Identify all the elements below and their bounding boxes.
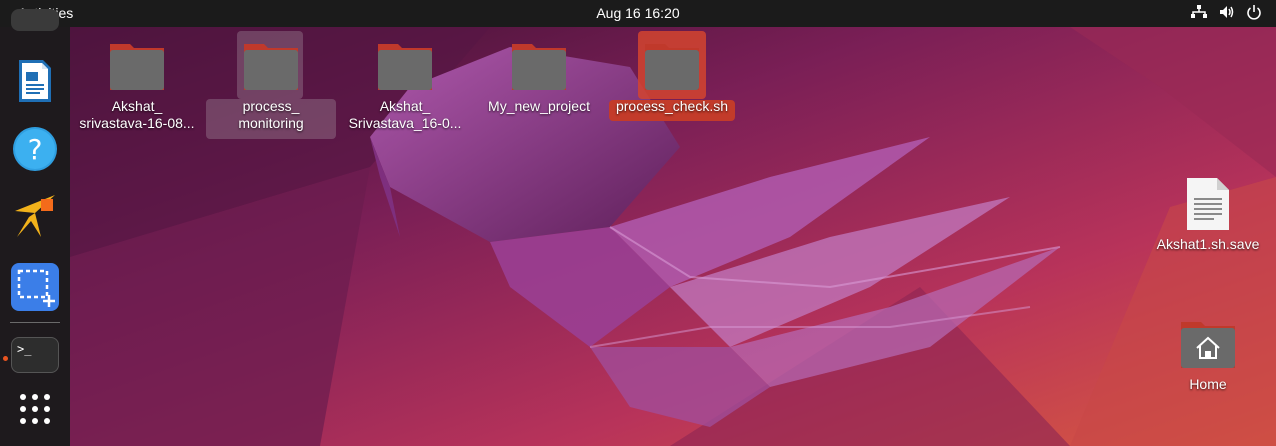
label-line1: Akshat_ bbox=[111, 98, 163, 114]
folder-icon bbox=[244, 44, 298, 90]
dock: ? >_ bbox=[0, 9, 70, 446]
help-icon[interactable]: ? bbox=[11, 125, 59, 173]
desktop-file-akshat1-sh-save[interactable]: Akshat1.sh.save bbox=[1143, 176, 1273, 253]
power-icon[interactable] bbox=[1246, 4, 1262, 20]
folder-icon bbox=[110, 44, 164, 90]
top-bar: Activities Aug 16 16:20 bbox=[0, 0, 1276, 27]
svg-text:?: ? bbox=[28, 133, 43, 166]
label-line1: Akshat_ bbox=[379, 98, 431, 114]
label-line1: process_check.sh bbox=[615, 98, 729, 114]
folder-icon bbox=[645, 44, 699, 90]
show-apps-icon[interactable] bbox=[11, 387, 59, 435]
home-folder-icon bbox=[1181, 322, 1235, 368]
libreoffice-writer-icon[interactable] bbox=[11, 57, 59, 105]
clock[interactable]: Aug 16 16:20 bbox=[596, 5, 679, 21]
system-tray[interactable] bbox=[1190, 4, 1262, 20]
screenshot-icon[interactable] bbox=[11, 263, 59, 311]
network-icon[interactable] bbox=[1190, 4, 1208, 20]
volume-icon[interactable] bbox=[1218, 4, 1236, 20]
label-line2: monitoring bbox=[238, 115, 304, 131]
remote-desktop-icon[interactable] bbox=[11, 193, 59, 241]
label-line2: Srivastava_16-0... bbox=[348, 115, 462, 131]
desktop-folder-process-check[interactable]: process_check.sh bbox=[607, 38, 737, 115]
desktop-folder-process-monitoring[interactable]: process_ monitoring bbox=[206, 38, 336, 132]
desktop-folder-akshat-1[interactable]: Akshat_ srivastava-16-08... bbox=[72, 38, 202, 132]
desktop-folder-my-new-project[interactable]: My_new_project bbox=[474, 38, 604, 115]
terminal-icon[interactable]: >_ bbox=[11, 337, 59, 373]
dock-separator bbox=[10, 322, 60, 323]
label-line1: Akshat1.sh.save bbox=[1156, 236, 1260, 252]
svg-text:>_: >_ bbox=[17, 342, 32, 356]
label-line1: Home bbox=[1189, 376, 1227, 392]
running-indicator bbox=[3, 356, 8, 361]
dock-item-hidden[interactable] bbox=[11, 9, 59, 31]
label-line2: srivastava-16-08... bbox=[79, 115, 195, 131]
folder-icon bbox=[378, 44, 432, 90]
text-file-icon bbox=[1187, 178, 1229, 230]
folder-icon bbox=[512, 44, 566, 90]
label-line1: My_new_project bbox=[488, 98, 590, 114]
label-line1: process_ bbox=[242, 98, 300, 114]
desktop-home-folder[interactable]: Home bbox=[1143, 316, 1273, 393]
desktop-folder-akshat-2[interactable]: Akshat_ Srivastava_16-0... bbox=[340, 38, 470, 132]
